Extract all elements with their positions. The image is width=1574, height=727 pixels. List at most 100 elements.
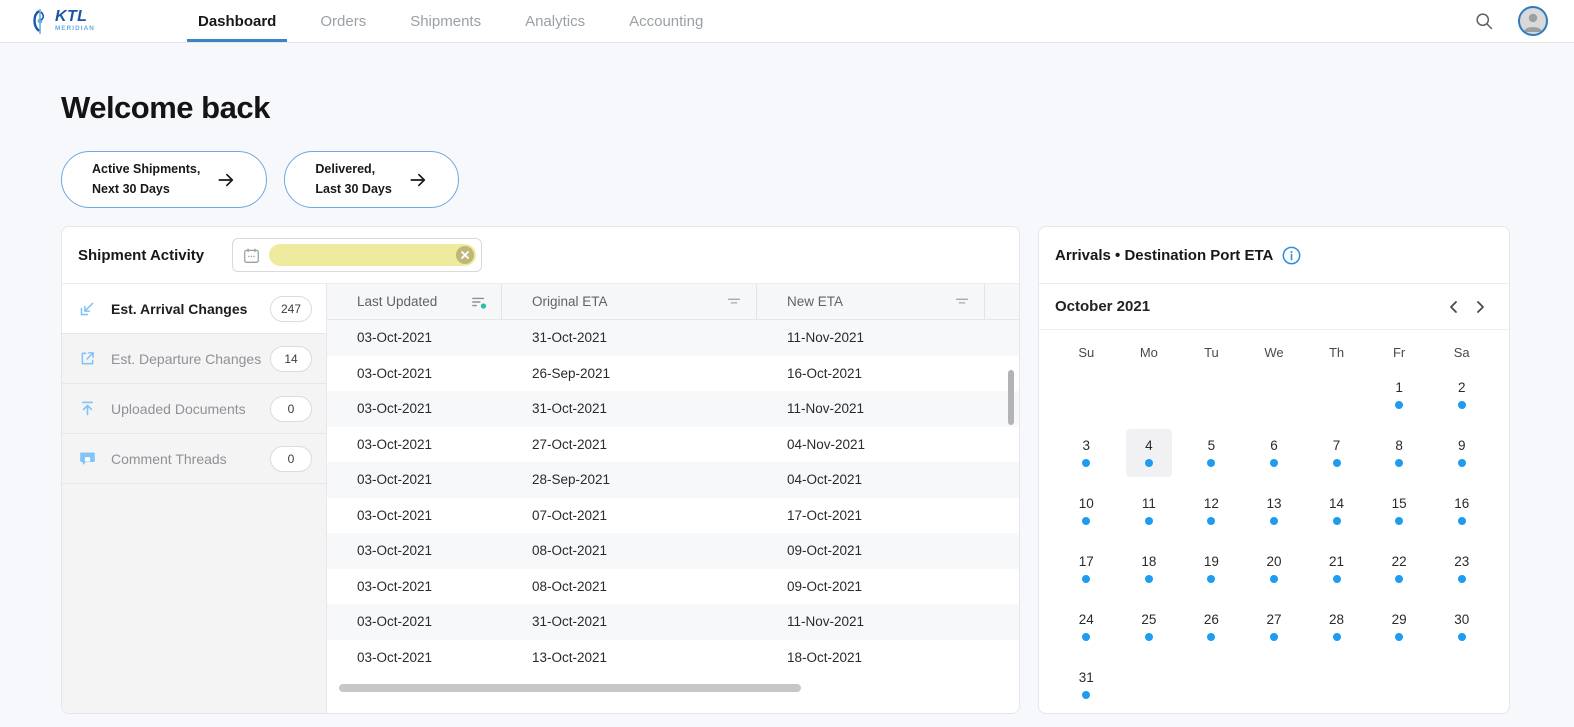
table-row[interactable]: 03-Oct-2021 08-Oct-2021 09-Oct-2021 [327, 533, 1019, 569]
nav-item-label: Accounting [629, 12, 704, 30]
arrival-dot [1082, 690, 1091, 699]
activity-sidebar: Est. Arrival Changes 247 Est. Departure Ch… [62, 284, 327, 713]
calendar-day-23[interactable]: 23 [1430, 540, 1493, 598]
calendar-day-21[interactable]: 21 [1305, 540, 1368, 598]
nav-item-orders[interactable]: Orders [298, 0, 388, 42]
table-cell: 04-Oct-2021 [787, 472, 863, 488]
arrival-dot [1144, 516, 1153, 525]
calendar-day-30[interactable]: 30 [1430, 598, 1493, 656]
day-content: 20 [1251, 545, 1297, 593]
quick-link-active-shipments[interactable]: Active Shipments, Next 30 Days [61, 151, 268, 208]
column-label: Original ETA [532, 294, 608, 309]
calendar-day-16[interactable]: 16 [1430, 482, 1493, 540]
nav-item-accounting[interactable]: Accounting [607, 0, 725, 42]
chevron-right-icon[interactable] [1467, 295, 1493, 319]
calendar-day-1[interactable]: 1 [1368, 366, 1431, 424]
calendar-week-row: 17 18 19 20 21 22 23 [1055, 540, 1493, 598]
calendar-day-24[interactable]: 24 [1055, 598, 1118, 656]
day-number: 5 [1207, 438, 1216, 454]
table-row[interactable]: 03-Oct-2021 31-Oct-2021 11-Nov-2021 [327, 391, 1019, 427]
table-header-row: Last Updated Original ETA New ETA [327, 284, 1019, 320]
calendar-day-14[interactable]: 14 [1305, 482, 1368, 540]
calendar-day-31[interactable]: 31 [1055, 656, 1118, 714]
arrival-dot [1395, 632, 1404, 641]
calendar-day-15[interactable]: 15 [1368, 482, 1431, 540]
quick-link-delivered[interactable]: Delivered, Last 30 Days [284, 151, 459, 208]
calendar-day-26[interactable]: 26 [1180, 598, 1243, 656]
calendar-day-12[interactable]: 12 [1180, 482, 1243, 540]
day-number: 4 [1145, 438, 1153, 454]
calendar-day-10[interactable]: 10 [1055, 482, 1118, 540]
day-content: 25 [1126, 603, 1172, 651]
calendar-day-empty [1305, 656, 1368, 714]
app-logo[interactable]: KTL MERIDIAN [30, 8, 134, 35]
table-row[interactable]: 03-Oct-2021 07-Oct-2021 17-Oct-2021 [327, 498, 1019, 534]
table-row[interactable]: 03-Oct-2021 27-Oct-2021 04-Nov-2021 [327, 427, 1019, 463]
upload-icon [78, 399, 97, 418]
vertical-scrollbar-thumb[interactable] [1008, 370, 1014, 425]
calendar-day-19[interactable]: 19 [1180, 540, 1243, 598]
calendar-day-3[interactable]: 3 [1055, 424, 1118, 482]
filter-icon[interactable] [726, 294, 742, 310]
table-row[interactable]: 03-Oct-2021 31-Oct-2021 11-Nov-2021 [327, 320, 1019, 356]
calendar-day-7[interactable]: 7 [1305, 424, 1368, 482]
calendar-day-17[interactable]: 17 [1055, 540, 1118, 598]
table-row[interactable]: 03-Oct-2021 28-Sep-2021 04-Oct-2021 [327, 462, 1019, 498]
day-number: 15 [1391, 496, 1407, 512]
date-range-input[interactable] [232, 238, 483, 272]
calendar-day-2[interactable]: 2 [1430, 366, 1493, 424]
calendar-day-29[interactable]: 29 [1368, 598, 1431, 656]
calendar-day-27[interactable]: 27 [1243, 598, 1306, 656]
calendar-week-row: 31 [1055, 656, 1493, 714]
filter-icon[interactable] [954, 294, 970, 310]
calendar-day-empty [1180, 656, 1243, 714]
calendar-day-4[interactable]: 4 [1118, 424, 1181, 482]
date-range-highlight[interactable] [269, 244, 477, 266]
sort-active-icon[interactable] [471, 294, 487, 310]
table-row[interactable]: 03-Oct-2021 08-Oct-2021 09-Oct-2021 [327, 569, 1019, 605]
top-nav: KTL MERIDIAN Dashboard Orders Shipments Ana… [0, 0, 1574, 43]
sidebar-filler [62, 484, 326, 713]
table-cell: 03-Oct-2021 [357, 365, 433, 381]
calendar-day-11[interactable]: 11 [1118, 482, 1181, 540]
calendar-day-5[interactable]: 5 [1180, 424, 1243, 482]
calendar-day-9[interactable]: 9 [1430, 424, 1493, 482]
calendar-day-empty [1055, 366, 1118, 424]
weekday-label: Tu [1204, 344, 1219, 360]
table-cell: 03-Oct-2021 [357, 330, 433, 346]
calendar-month-row: October 2021 [1039, 284, 1509, 330]
calendar-day-13[interactable]: 13 [1243, 482, 1306, 540]
nav-item-dashboard[interactable]: Dashboard [176, 0, 298, 42]
sidebar-item-est-arrival-changes[interactable]: Est. Arrival Changes 247 [62, 284, 326, 334]
calendar-day-28[interactable]: 28 [1305, 598, 1368, 656]
clear-date-icon[interactable] [456, 246, 475, 264]
sidebar-item-comment-threads[interactable]: Comment Threads 0 [62, 434, 326, 484]
calendar-day-6[interactable]: 6 [1243, 424, 1306, 482]
arrival-dot [1457, 574, 1466, 583]
info-icon[interactable] [1282, 246, 1301, 265]
horizontal-scrollbar-thumb[interactable] [339, 684, 802, 692]
table-cell: 03-Oct-2021 [357, 649, 433, 665]
calendar-day-18[interactable]: 18 [1118, 540, 1181, 598]
sidebar-item-uploaded-documents[interactable]: Uploaded Documents 0 [62, 384, 326, 434]
nav-item-shipments[interactable]: Shipments [388, 0, 503, 42]
calendar-day-8[interactable]: 8 [1368, 424, 1431, 482]
nav-item-analytics[interactable]: Analytics [503, 0, 607, 42]
table-row[interactable]: 03-Oct-2021 13-Oct-2021 18-Oct-2021 [327, 640, 1019, 676]
calendar-day-20[interactable]: 20 [1243, 540, 1306, 598]
calendar-day-25[interactable]: 25 [1118, 598, 1181, 656]
day-number: 22 [1391, 554, 1407, 570]
calendar-day-22[interactable]: 22 [1368, 540, 1431, 598]
sidebar-item-est-departure-changes[interactable]: Est. Departure Changes 14 [62, 334, 326, 384]
weekday-label: Sa [1453, 344, 1470, 360]
arrival-dot [1269, 632, 1278, 641]
table-row[interactable]: 03-Oct-2021 31-Oct-2021 11-Nov-2021 [327, 604, 1019, 640]
day-number: 13 [1266, 496, 1282, 512]
chevron-left-icon[interactable] [1441, 295, 1467, 319]
search-icon[interactable] [1474, 11, 1494, 31]
arrival-dot [1207, 516, 1216, 525]
table-cell: 11-Nov-2021 [787, 614, 865, 630]
calendar-week-row: 24 25 26 27 28 29 30 [1055, 598, 1493, 656]
table-row[interactable]: 03-Oct-2021 26-Sep-2021 16-Oct-2021 [327, 356, 1019, 392]
user-avatar-icon[interactable] [1518, 6, 1548, 36]
